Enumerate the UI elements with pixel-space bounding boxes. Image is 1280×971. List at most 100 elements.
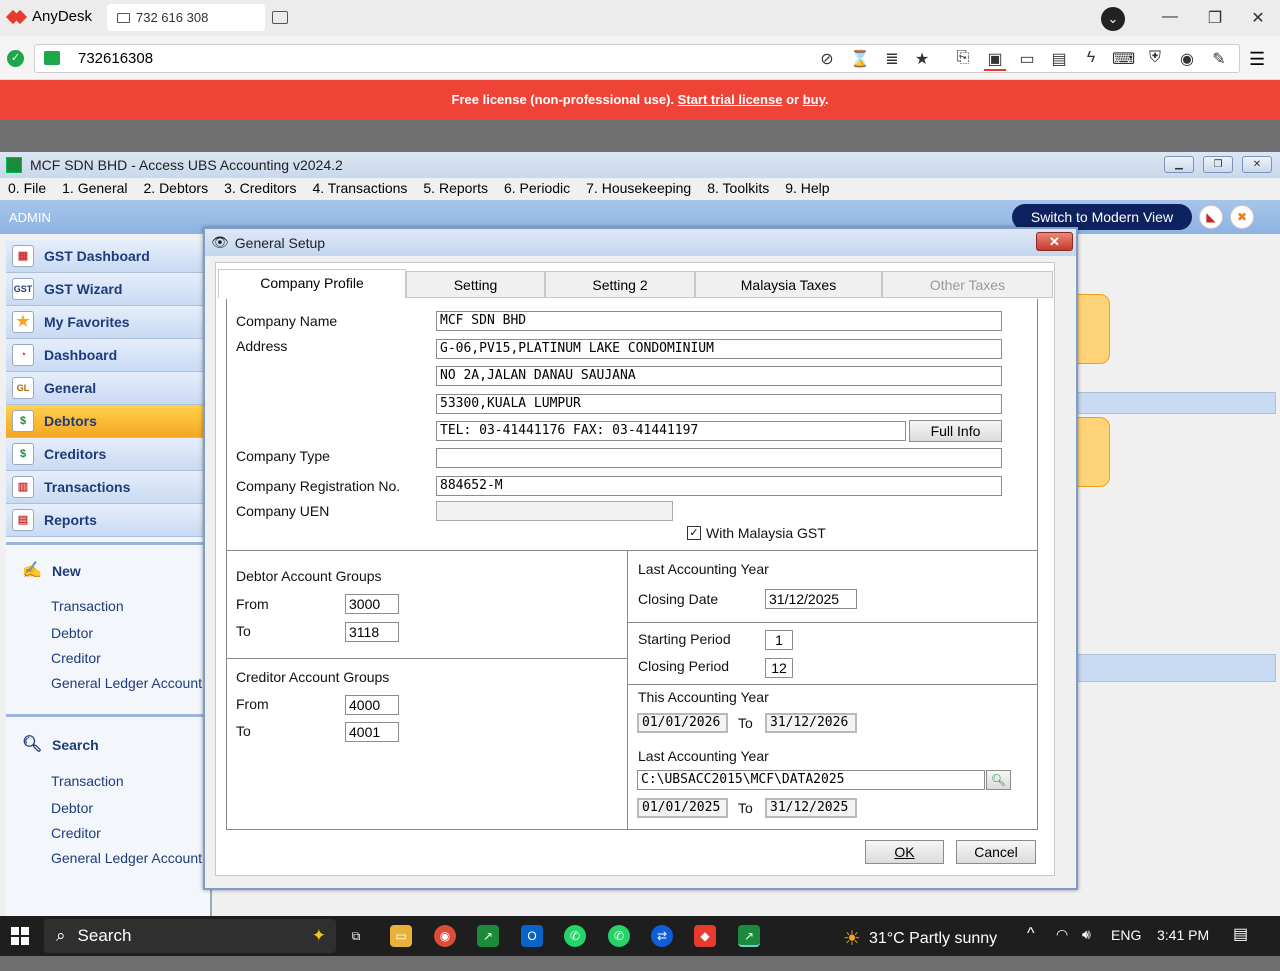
debtor-to-input[interactable]: 3118 — [345, 622, 399, 642]
tools-icon[interactable]: ✖ — [1230, 205, 1254, 229]
sidebar-item-creditors[interactable]: $ Creditors — [6, 438, 206, 471]
screen-icon[interactable]: ▭ — [1016, 49, 1038, 69]
outlook-icon[interactable]: O — [521, 925, 543, 947]
start-trial-link[interactable]: Start trial license — [678, 92, 783, 107]
reg-no-input[interactable]: 884652-M — [436, 476, 1002, 496]
teamviewer-icon[interactable]: ⇄ — [651, 925, 673, 947]
creditor-to-input[interactable]: 4001 — [345, 722, 399, 742]
full-info-button[interactable]: Full Info — [909, 420, 1002, 442]
whatsapp-icon[interactable]: ✆ — [564, 925, 586, 947]
menu-general[interactable]: 1. General — [54, 178, 135, 200]
sidebar-item-transactions[interactable]: ▥ Transactions — [6, 471, 206, 504]
favorite-star-icon[interactable]: ★ — [911, 49, 933, 69]
background-tile[interactable] — [1076, 417, 1110, 487]
tab-company-profile[interactable]: Company Profile — [218, 269, 406, 298]
search-debtor-link[interactable]: Debtor — [51, 800, 93, 816]
menu-housekeeping[interactable]: 7. Housekeeping — [578, 178, 699, 200]
app-restore-button[interactable]: ❐ — [1203, 156, 1233, 173]
whiteboard-pen-icon[interactable]: ✎ — [1208, 49, 1230, 69]
chevron-up-icon[interactable]: ^ — [1027, 925, 1035, 943]
wifi-icon[interactable]: ◠ — [1056, 926, 1068, 943]
sidebar-item-gst-wizard[interactable]: GST GST Wizard — [6, 273, 206, 306]
chrome-icon[interactable]: ◉ — [434, 925, 456, 947]
database-icon[interactable]: ≣ — [881, 49, 903, 69]
browse-path-icon[interactable]: 🔍︎ — [986, 770, 1011, 790]
notification-icon[interactable]: ▤ — [1233, 924, 1248, 944]
task-view-icon[interactable]: ⧉ — [345, 925, 367, 947]
address-line-4-input[interactable]: TEL: 03-41441176 FAX: 03-41441197 — [436, 421, 906, 441]
malaysia-gst-checkbox[interactable]: ✓ — [687, 526, 701, 540]
search-gl-account-link[interactable]: General Ledger Account — [51, 850, 202, 866]
debtor-from-input[interactable]: 3000 — [345, 594, 399, 614]
ubs-active-taskbar-icon[interactable]: ↗ — [738, 925, 760, 947]
display-icon[interactable]: ▣ — [984, 49, 1006, 71]
menu-help[interactable]: 9. Help — [777, 178, 837, 200]
anydesk-taskbar-icon[interactable]: ◆ — [694, 925, 716, 947]
buy-link[interactable]: buy — [803, 92, 825, 107]
taskbar-search-box[interactable]: ⌕ Search ✦ — [44, 919, 336, 953]
menu-debtors[interactable]: 2. Debtors — [136, 178, 217, 200]
hamburger-menu-icon[interactable]: ☰ — [1249, 49, 1265, 70]
dialog-close-button[interactable]: ✕ — [1036, 232, 1073, 251]
volume-icon[interactable]: 🔊︎ — [1082, 926, 1091, 943]
close-button[interactable]: ✕ — [1248, 8, 1268, 28]
new-debtor-link[interactable]: Debtor — [51, 625, 93, 641]
background-tile[interactable] — [1076, 294, 1110, 364]
cancel-button[interactable]: Cancel — [956, 840, 1036, 864]
closing-period-input[interactable]: 12 — [765, 658, 793, 678]
new-session-icon[interactable] — [272, 11, 288, 24]
new-creditor-link[interactable]: Creditor — [51, 650, 101, 666]
clock[interactable]: 3:41 PM — [1157, 927, 1209, 943]
app-minimize-button[interactable]: ▁ — [1164, 156, 1194, 173]
ubs-taskbar-icon[interactable]: ↗ — [477, 925, 499, 947]
menu-periodic[interactable]: 6. Periodic — [496, 178, 578, 200]
address-line-3-input[interactable]: 53300,KUALA LUMPUR — [436, 394, 1002, 414]
new-gl-account-link[interactable]: General Ledger Account — [51, 675, 202, 691]
sidebar-item-my-favorites[interactable]: ★ My Favorites — [6, 306, 206, 339]
address-line-1-input[interactable]: G-06,PV15,PLATINUM LAKE CONDOMINIUM — [436, 339, 1002, 359]
bookmark-icon[interactable]: ◣ — [1199, 205, 1223, 229]
menu-creditors[interactable]: 3. Creditors — [216, 178, 304, 200]
search-transaction-link[interactable]: Transaction — [51, 773, 124, 789]
permissions-shield-icon[interactable]: ⛨ — [1144, 49, 1166, 67]
language-indicator[interactable]: ENG — [1111, 927, 1141, 943]
sidebar-item-dashboard[interactable]: ◔ Dashboard — [6, 339, 206, 372]
minimize-button[interactable]: — — [1160, 8, 1180, 26]
weather-widget[interactable]: ☀ 31°C Partly sunny — [843, 926, 997, 951]
menu-reports[interactable]: 5. Reports — [415, 178, 496, 200]
closing-date-input[interactable]: 31/12/2025 — [765, 589, 857, 609]
windows-start-icon[interactable] — [11, 927, 29, 945]
sidebar-item-debtors[interactable]: $ Debtors — [6, 405, 206, 438]
menu-file[interactable]: 0. File — [0, 178, 54, 200]
search-creditor-link[interactable]: Creditor — [51, 825, 101, 841]
app-close-button[interactable]: ✕ — [1242, 156, 1272, 173]
company-name-input[interactable]: MCF SDN BHD — [436, 311, 1002, 331]
session-tab[interactable]: 732 616 308 — [107, 4, 265, 31]
address-line-2-input[interactable]: NO 2A,JALAN DANAU SAUJANA — [436, 366, 1002, 386]
sidebar-item-gst-dashboard[interactable]: ▦ GST Dashboard — [6, 240, 206, 273]
record-icon[interactable]: ◉ — [1176, 49, 1198, 69]
chat-icon[interactable]: ▤ — [1048, 49, 1070, 69]
last-year-data-path-input[interactable]: C:\UBSACC2015\MCF\DATA2025 — [637, 770, 985, 790]
ok-button[interactable]: OK — [865, 840, 944, 864]
tab-malaysia-taxes[interactable]: Malaysia Taxes — [695, 271, 882, 298]
starting-period-input[interactable]: 1 — [765, 630, 793, 650]
creditor-from-input[interactable]: 4000 — [345, 695, 399, 715]
menu-toolkits[interactable]: 8. Toolkits — [699, 178, 777, 200]
actions-lightning-icon[interactable]: ϟ — [1080, 49, 1102, 67]
privacy-icon[interactable]: ⊘ — [816, 49, 838, 69]
whatsapp-2-icon[interactable]: ✆ — [608, 925, 630, 947]
tab-setting-2[interactable]: Setting 2 — [545, 271, 695, 298]
file-transfer-icon[interactable]: ⎘ — [952, 49, 974, 67]
sidebar-item-reports[interactable]: ▤ Reports — [6, 504, 206, 537]
keyboard-icon[interactable]: ⌨ — [1112, 49, 1135, 69]
sidebar-item-general[interactable]: GL General — [6, 372, 206, 405]
restore-button[interactable]: ❐ — [1205, 8, 1225, 28]
menu-transactions[interactable]: 4. Transactions — [304, 178, 415, 200]
hourglass-icon[interactable]: ⌛ — [849, 49, 871, 69]
company-type-input[interactable] — [436, 448, 1002, 468]
new-transaction-link[interactable]: Transaction — [51, 598, 124, 614]
tab-setting[interactable]: Setting — [406, 271, 545, 298]
file-explorer-icon[interactable]: ▭ — [390, 925, 412, 947]
download-icon[interactable]: ⌄ — [1101, 7, 1125, 31]
